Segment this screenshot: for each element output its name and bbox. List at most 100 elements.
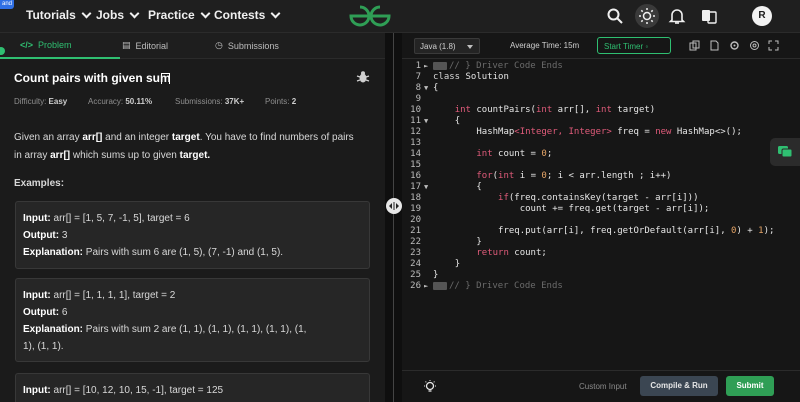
code-line: 12 HashMap<Integer, Integer> freq = new … xyxy=(402,127,800,138)
bell-icon[interactable] xyxy=(668,7,686,25)
identifier: freq = xyxy=(611,127,656,137)
input-value: arr[] = [1, 5, 7, -1, 5], target = 6 xyxy=(50,213,190,224)
line-number: 1 xyxy=(415,61,421,71)
tab-problem-label: Problem xyxy=(38,40,72,50)
code-line: 19 count += freq.get(target - arr[i]); xyxy=(402,204,800,215)
explanation-value: Pairs with sum 6 are (1, 5), (7, -1) and… xyxy=(83,247,284,258)
example-explanation: Explanation: Pairs with sum 6 are (1, 5)… xyxy=(23,244,362,261)
search-icon[interactable] xyxy=(606,7,624,25)
code-line: 24 } xyxy=(402,259,800,270)
example-box-1: Input: arr[] = [1, 5, 7, -1, 5], target … xyxy=(15,201,370,269)
theme-toggle-button[interactable] xyxy=(635,4,659,28)
difficulty: Difficulty: Easy xyxy=(14,97,67,106)
generic-type: <Integer, Integer> xyxy=(514,127,612,137)
line-number: 8 xyxy=(415,83,421,93)
language-select[interactable]: Java (1.8) xyxy=(414,38,480,54)
settings-icon[interactable] xyxy=(749,40,760,51)
fold-arrow-icon[interactable]: ▼ xyxy=(424,116,428,127)
active-tab-indicator xyxy=(0,57,120,59)
example-input: Input: arr[] = [1, 1, 1, 1], target = 2 xyxy=(23,287,362,304)
code-text: // } Driver Code Ends xyxy=(433,61,563,72)
nav-contests[interactable]: Contests xyxy=(214,8,281,22)
tab-submissions[interactable]: ◷ Submissions xyxy=(215,40,279,51)
translate-icon[interactable] xyxy=(700,7,718,25)
code-line: 13 xyxy=(402,138,800,149)
keyword: int xyxy=(535,105,553,115)
tab-editorial[interactable]: ▤ Editorial xyxy=(122,40,168,51)
example-input: Input: arr[] = [1, 5, 7, -1, 5], target … xyxy=(23,210,362,227)
brace: { xyxy=(476,182,482,192)
fold-arrow-icon[interactable]: ► xyxy=(424,61,428,72)
desc-text: . You have to find numbers of pairs xyxy=(199,132,354,143)
start-timer-button[interactable]: Start Timer ◦ xyxy=(597,37,671,54)
line-number: 17 xyxy=(410,182,421,192)
code-text: return count; xyxy=(433,248,546,259)
code-text: // } Driver Code Ends xyxy=(433,281,563,292)
output-label: Output: xyxy=(23,307,60,318)
desc-text: target. xyxy=(179,150,211,161)
brand-badge: and xyxy=(0,0,14,9)
code-text: for(int i = 0; i < arr.length ; i++) xyxy=(433,171,671,182)
file-icon[interactable] xyxy=(709,40,720,51)
fold-arrow-icon[interactable]: ▼ xyxy=(424,182,428,193)
sun-icon xyxy=(639,8,655,24)
line-number: 24 xyxy=(410,259,421,269)
code-brackets-icon: </> xyxy=(20,40,34,50)
code-text: } xyxy=(433,259,460,270)
custom-input-link[interactable]: Custom Input xyxy=(579,382,627,391)
input-value: arr[] = [1, 1, 1, 1], target = 2 xyxy=(50,290,176,301)
difficulty-value: Easy xyxy=(48,97,68,106)
nav-jobs[interactable]: Jobs xyxy=(96,8,140,22)
tab-problem[interactable]: </> Problem xyxy=(20,40,72,50)
bug-icon[interactable] xyxy=(356,70,370,84)
folded-code-marker[interactable] xyxy=(433,61,447,70)
points-value: 2 xyxy=(291,97,297,106)
keyword: int xyxy=(498,171,515,181)
chevron-down-icon xyxy=(129,8,140,18)
chat-button[interactable] xyxy=(770,138,800,166)
folded-code-marker[interactable] xyxy=(433,281,447,290)
fold-arrow-icon[interactable]: ► xyxy=(424,281,428,292)
bookmark-icon[interactable] xyxy=(161,73,170,84)
problem-description: Given an array arr[] and an integer targ… xyxy=(14,129,364,165)
gear-icon[interactable] xyxy=(729,40,740,51)
submit-button[interactable]: Submit xyxy=(726,376,774,396)
editor-footer: Custom Input Compile & Run Submit xyxy=(402,370,800,402)
comment: // } Driver Code Ends xyxy=(449,281,563,291)
keyword: if xyxy=(498,193,509,203)
code-line: 23 return count; xyxy=(402,248,800,259)
line-number: 7 xyxy=(415,72,421,82)
chevron-down-icon xyxy=(270,8,281,18)
code-text: freq.put(arr[i], freq.getOrDefault(arr[i… xyxy=(433,226,774,237)
nav-tutorials[interactable]: Tutorials xyxy=(26,8,92,22)
nav-jobs-label: Jobs xyxy=(96,8,125,22)
code-area[interactable]: 1 ►// } Driver Code Ends 7 class Solution … xyxy=(402,60,800,370)
output-value: 3 xyxy=(59,230,68,241)
lightbulb-icon[interactable] xyxy=(422,379,438,395)
compile-run-button[interactable]: Compile & Run xyxy=(640,376,718,396)
gfg-logo-icon[interactable] xyxy=(348,4,392,28)
avatar[interactable]: R xyxy=(752,6,772,26)
copy-icon[interactable] xyxy=(689,40,700,51)
code-text: { xyxy=(433,182,482,193)
submissions-value: 37K+ xyxy=(224,97,245,106)
input-label: Input: xyxy=(23,290,51,301)
submissions-label: Submissions: xyxy=(175,97,223,106)
line-number: 25 xyxy=(410,270,421,280)
fold-arrow-icon[interactable]: ▼ xyxy=(424,83,428,94)
line-number: 12 xyxy=(410,127,421,137)
example-explanation: Explanation: Pairs with sum 2 are (1, 1)… xyxy=(23,321,362,338)
nav-practice[interactable]: Practice xyxy=(148,8,211,22)
problem-title: Count pairs with given sum xyxy=(14,71,171,85)
submissions: Submissions: 37K+ xyxy=(175,97,244,106)
code-line: 22 } xyxy=(402,237,800,248)
line-number: 26 xyxy=(410,281,421,291)
resize-handle[interactable] xyxy=(386,198,402,214)
desc-text: in array xyxy=(14,150,51,161)
line-number: 21 xyxy=(410,226,421,236)
fullscreen-icon[interactable] xyxy=(768,40,779,51)
punct: ; xyxy=(546,149,553,159)
line-number: 15 xyxy=(410,160,421,170)
points: Points: 2 xyxy=(265,97,296,106)
desc-text: arr[] xyxy=(50,150,71,161)
